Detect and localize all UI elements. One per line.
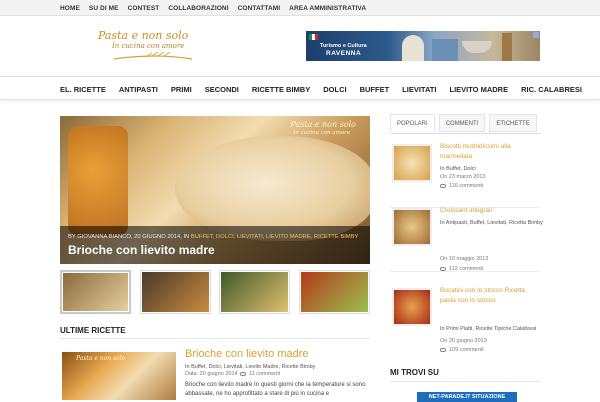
topnav-contest[interactable]: CONTEST bbox=[128, 5, 160, 12]
hero-caption: BY GIOVANNA BIANCO, 20 GIUGNO 2014, IN B… bbox=[60, 226, 370, 264]
nav-antipasti[interactable]: ANTIPASTI bbox=[119, 85, 158, 94]
post-image-watermark: Pasta e non solo bbox=[76, 355, 126, 362]
tab-commenti[interactable]: COMMENTI bbox=[438, 114, 486, 132]
topnav-collaborazioni[interactable]: COLLABORAZIONI bbox=[168, 5, 228, 12]
popular-item-image[interactable] bbox=[392, 208, 432, 246]
thumb-image bbox=[221, 272, 289, 312]
banner-line2: RAVENNA bbox=[326, 50, 362, 57]
popular-item-image[interactable] bbox=[392, 288, 432, 326]
nav-primi[interactable]: PRIMI bbox=[171, 85, 192, 94]
topnav-home[interactable]: HOME bbox=[60, 5, 80, 12]
popular-item-comments-count: 109 commenti bbox=[449, 347, 484, 353]
post-comments[interactable]: 11 commenti bbox=[240, 371, 280, 377]
topnav-area-amministrativa[interactable]: AREA AMMINISTRATIVA bbox=[289, 5, 366, 12]
ad-choices-icon[interactable] bbox=[533, 32, 539, 38]
ravenna-banner[interactable]: Turismo e Cultura RAVENNA bbox=[306, 31, 540, 61]
nav-dolci[interactable]: DOLCI bbox=[323, 85, 346, 94]
popular-item-comments-count: 116 commenti bbox=[449, 183, 484, 189]
popular-item-title[interactable]: Biscotti morbidissimi alla marmellata bbox=[440, 142, 540, 162]
post-excerpt: Brioche con lievito madre In questi gior… bbox=[185, 382, 366, 397]
nav-buffet[interactable]: BUFFET bbox=[360, 85, 390, 94]
popular-item-date: On 23 marzo 2013 bbox=[440, 174, 486, 180]
hero-meta-categories[interactable]: BUFFET, DOLCI, LIEVITATI, LIEVITO MADRE,… bbox=[191, 234, 359, 240]
hero-watermark-title: Pasta e non solo bbox=[290, 120, 356, 129]
hero-meta-prefix: BY GIOVANNA BIANCO, 20 GIUGNO 2014, IN bbox=[68, 234, 190, 240]
sidebar-tabs: POPOLARI COMMENTI ETICHETTE bbox=[390, 114, 540, 134]
nav-el-ricette[interactable]: EL. RICETTE bbox=[60, 85, 106, 94]
topnav-contattami[interactable]: CONTATTAMI bbox=[238, 5, 281, 12]
banner-arch bbox=[432, 39, 458, 61]
nav-secondi[interactable]: SECONDI bbox=[205, 85, 239, 94]
popular-item: Bucatini con lo stocco Ricetta pasta con… bbox=[390, 286, 540, 353]
divider bbox=[60, 338, 370, 339]
popular-item-date: On 10 maggio 2013 bbox=[440, 256, 489, 262]
banner-line1: Turismo e Cultura bbox=[320, 43, 367, 49]
hero-meta: BY GIOVANNA BIANCO, 20 GIUGNO 2014, IN B… bbox=[68, 234, 358, 240]
slider-thumb-1[interactable] bbox=[60, 270, 131, 314]
popular-item-title[interactable]: Bucatini con lo stocco Ricetta pasta con… bbox=[440, 286, 540, 306]
thumb-image bbox=[141, 272, 209, 312]
tab-popolari[interactable]: POPOLARI bbox=[390, 114, 435, 132]
popular-item-categories[interactable]: In Antipasti, Buffet, Lievitati, Ricetta… bbox=[440, 220, 543, 226]
main-navigation: EL. RICETTE ANTIPASTI PRIMI SECONDI RICE… bbox=[0, 76, 600, 100]
slider-thumb-2[interactable] bbox=[139, 270, 211, 314]
wheat-icon bbox=[113, 51, 193, 60]
popular-item-comments[interactable]: 116 commenti bbox=[440, 183, 483, 189]
popular-item-title[interactable]: Croissant integrali bbox=[440, 206, 540, 216]
hero-jar-image bbox=[68, 126, 128, 236]
post-date: Data: 20 giugno 2014 bbox=[185, 371, 238, 377]
nav-ricette-bimby[interactable]: RICETTE BIMBY bbox=[252, 85, 310, 94]
banner-bowl bbox=[462, 41, 492, 53]
popular-item: Biscotti morbidissimi alla marmellata In… bbox=[390, 142, 540, 208]
popular-item: Croissant integrali In Antipasti, Buffet… bbox=[390, 206, 543, 272]
divider bbox=[390, 381, 540, 382]
slider-thumbnails bbox=[60, 270, 370, 316]
italy-flag-icon bbox=[309, 34, 318, 40]
comment-bubble-icon bbox=[440, 347, 446, 352]
post-image[interactable]: Pasta e non solo bbox=[62, 352, 176, 400]
thumb-image bbox=[63, 273, 128, 311]
top-navigation: HOME SU DI ME CONTEST COLLABORAZIONI CON… bbox=[60, 0, 375, 16]
hero-title[interactable]: Brioche con lievito madre bbox=[68, 243, 215, 257]
nav-lievito-madre[interactable]: LIEVITO MADRE bbox=[449, 85, 508, 94]
net-parade-badge[interactable]: NET-PARADE.IT SITUAZIONE bbox=[417, 392, 517, 402]
slider-thumb-3[interactable] bbox=[219, 270, 291, 314]
popular-item-categories[interactable]: In Buffet, Dolci bbox=[440, 166, 476, 172]
hero-watermark-tagline: In cucina con amore bbox=[293, 130, 350, 136]
banner-dome bbox=[402, 35, 424, 61]
mi-trovi-su-title: MI TROVI SU bbox=[390, 368, 439, 377]
latest-section-title: ULTIME RICETTE bbox=[60, 326, 126, 335]
topnav-su-di-me[interactable]: SU DI ME bbox=[89, 5, 119, 12]
popular-item-categories[interactable]: In Primi Piatti, Ricette Tipiche Calabre… bbox=[440, 326, 536, 332]
tab-etichette[interactable]: ETICHETTE bbox=[489, 114, 537, 132]
top-bar: HOME SU DI ME CONTEST COLLABORAZIONI CON… bbox=[0, 0, 600, 16]
latest-post: Pasta e non solo Brioche con lievito mad… bbox=[60, 348, 370, 400]
popular-item-date: On 20 giugno 2013 bbox=[440, 338, 487, 344]
nav-lievitati[interactable]: LIEVITATI bbox=[402, 85, 436, 94]
post-categories[interactable]: In Buffet, Dolci, Lievitati, Lievito Mad… bbox=[185, 364, 315, 370]
comment-bubble-icon bbox=[440, 266, 446, 271]
popular-item-comments[interactable]: 109 commenti bbox=[440, 347, 484, 353]
banner-tower bbox=[502, 33, 512, 61]
featured-slider[interactable]: Pasta e non solo In cucina con amore BY … bbox=[60, 116, 370, 264]
slider-thumb-4[interactable] bbox=[298, 270, 370, 314]
post-title[interactable]: Brioche con lievito madre bbox=[185, 348, 309, 360]
comment-bubble-icon bbox=[240, 371, 246, 376]
site-logo[interactable]: Pasta e non solo In cucina con amore bbox=[96, 29, 196, 67]
thumb-image bbox=[300, 272, 368, 312]
nav-ric-calabresi[interactable]: RIC. CALABRESI bbox=[521, 85, 582, 94]
comment-bubble-icon bbox=[440, 183, 446, 188]
popular-item-image[interactable] bbox=[392, 144, 432, 182]
post-comments-count: 11 commenti bbox=[249, 371, 281, 377]
divider bbox=[390, 271, 540, 272]
